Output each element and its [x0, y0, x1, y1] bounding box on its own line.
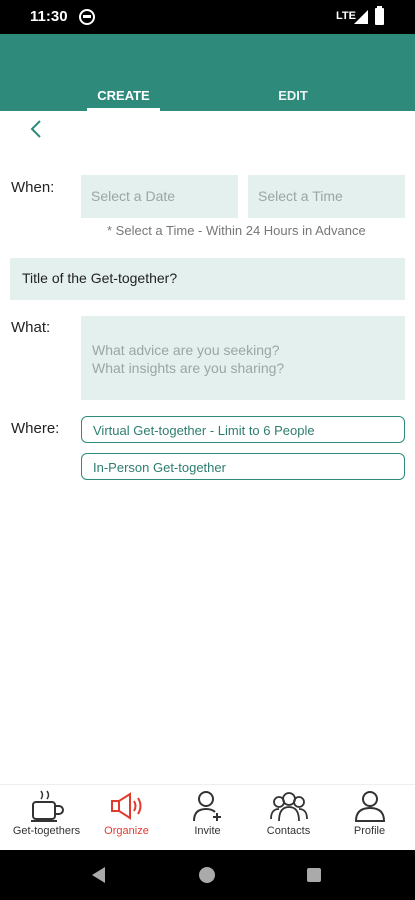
do-not-disturb-icon: [79, 9, 95, 25]
nav-contacts[interactable]: Contacts: [247, 785, 330, 851]
nav-get-togethers[interactable]: Get-togethers: [5, 785, 88, 851]
signal-icon: [354, 10, 368, 24]
network-type: LTE: [336, 10, 356, 22]
chevron-left-icon: [30, 120, 41, 138]
system-nav-bar: [0, 850, 415, 900]
back-button[interactable]: [26, 118, 48, 140]
system-home-icon[interactable]: [199, 867, 215, 883]
person-icon: [354, 791, 386, 822]
tab-create[interactable]: CREATE: [87, 88, 160, 103]
in-person-get-together-button[interactable]: In-Person Get-together: [81, 453, 405, 480]
where-label: Where:: [11, 420, 60, 437]
megaphone-icon: [111, 792, 142, 820]
time-picker-field[interactable]: Select a Time: [248, 175, 405, 218]
nav-label-get-togethers: Get-togethers: [12, 825, 81, 837]
status-bar: 11:30 LTE: [0, 0, 415, 34]
title-input[interactable]: Title of the Get-together?: [10, 258, 405, 300]
what-textarea[interactable]: What advice are you seeking? What insigh…: [81, 316, 405, 400]
active-tab-indicator: [87, 108, 160, 111]
bottom-nav: Get-togethers Organize Invite Contacts P…: [0, 784, 415, 850]
nav-label-invite: Invite: [194, 825, 221, 837]
date-picker-field[interactable]: Select a Date: [81, 175, 238, 218]
status-time: 11:30: [30, 8, 68, 25]
nav-label-profile: Profile: [353, 825, 386, 837]
add-person-icon: [193, 791, 221, 822]
nav-label-organize: Organize: [104, 825, 149, 837]
what-placeholder-line2: What insights are you sharing?: [92, 360, 285, 376]
tab-edit[interactable]: EDIT: [256, 88, 330, 103]
time-hint: * Select a Time - Within 24 Hours in Adv…: [107, 223, 366, 238]
coffee-cup-icon: [31, 790, 64, 822]
nav-invite[interactable]: Invite: [166, 785, 249, 851]
when-label: When:: [11, 179, 55, 196]
nav-profile[interactable]: Profile: [328, 785, 411, 851]
nav-organize[interactable]: Organize: [85, 785, 168, 851]
system-recents-icon[interactable]: [307, 868, 321, 882]
what-placeholder-line1: What advice are you seeking?: [92, 342, 280, 358]
virtual-get-together-button[interactable]: Virtual Get-together - Limit to 6 People: [81, 416, 405, 443]
nav-label-contacts: Contacts: [266, 825, 311, 837]
what-label: What:: [11, 319, 51, 336]
battery-icon: [375, 6, 384, 25]
app-header: CREATE EDIT: [0, 34, 415, 111]
group-icon: [270, 792, 308, 822]
system-back-icon[interactable]: [92, 867, 105, 883]
